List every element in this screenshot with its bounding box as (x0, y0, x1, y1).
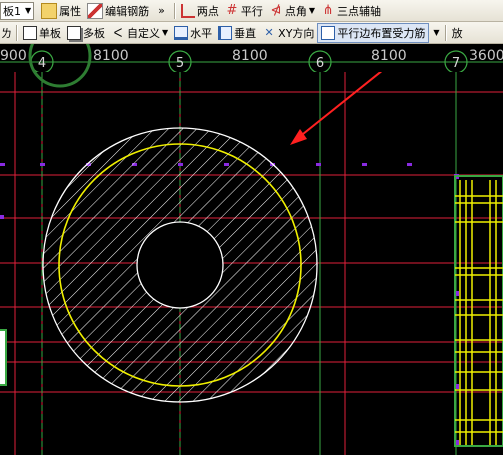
toolbar-separator (173, 2, 175, 19)
three-point-aux-button[interactable]: ⋔ 三点辅轴 (318, 1, 384, 21)
edit-rebar-label: 编辑钢筋 (105, 4, 150, 18)
chevron-down-icon: ▼ (25, 6, 32, 15)
point-angle-label: 点角 (284, 4, 307, 18)
single-slab-icon (23, 25, 37, 40)
chevron-down-icon: ▼ (308, 6, 316, 15)
horizontal-button[interactable]: 水平 (171, 23, 215, 43)
xy-direction-label: XY方向 (278, 26, 315, 40)
adjacent-slab-structure[interactable] (454, 175, 503, 447)
toolbar-overflow-button[interactable]: » (152, 1, 171, 21)
overflow-chevron-icon: » (158, 4, 165, 17)
horizontal-label: 水平 (190, 26, 213, 40)
left-slab-fragment[interactable] (0, 329, 7, 386)
properties-icon (41, 2, 58, 19)
custom-button[interactable]: ᐸ 自定义 ▼ (108, 23, 171, 43)
parallel-edge-label: 平行边布置受力筋 (337, 26, 426, 40)
toolbar-separator (444, 24, 446, 41)
point-angle-icon: ⋪ (270, 2, 282, 18)
xy-direction-button[interactable]: ✕ XY方向 (259, 23, 317, 43)
custom-label: 自定义 (127, 26, 160, 40)
edit-rebar-button[interactable]: 编辑钢筋 (84, 1, 152, 21)
multi-slab-label: 多板 (83, 26, 105, 40)
multi-slab-icon (67, 25, 81, 40)
circular-slab[interactable] (40, 125, 320, 405)
toolbar-main: 板1 ▼ 属性 编辑钢筋 » 两点 # 平行 ⋪ 点角 ▼ ⋔ 三点辅轴 (0, 0, 503, 22)
chevron-down-icon: ▼ (162, 28, 169, 37)
parallel-edge-icon (321, 25, 336, 40)
two-point-icon (180, 3, 195, 18)
custom-shape-icon: ᐸ (113, 25, 123, 40)
toolbar-left-edge: ㄌ (0, 23, 13, 43)
parallel-label: 平行 (240, 4, 263, 18)
multi-slab-button[interactable]: 多板 (64, 23, 108, 43)
vertical-button[interactable]: 垂直 (215, 23, 259, 43)
toolbar-slab-rebar: ㄌ 单板 多板 ᐸ 自定义 ▼ 水平 垂直 ✕ XY方向 平行边布置受力筋 ▼ … (0, 22, 503, 44)
three-point-aux-label: 三点辅轴 (337, 4, 382, 18)
parallel-edge-rebar-button[interactable]: 平行边布置受力筋 (317, 22, 430, 43)
two-point-axis-button[interactable]: 两点 (178, 1, 222, 21)
single-slab-button[interactable]: 单板 (20, 23, 64, 43)
parallel-axis-button[interactable]: # 平行 (222, 1, 266, 21)
single-slab-label: 单板 (39, 26, 61, 40)
toolbar2-dropdown[interactable]: ▼ (429, 23, 441, 43)
three-point-icon: ⋔ (322, 2, 334, 18)
vertical-label: 垂直 (234, 26, 257, 40)
pencil-icon (87, 2, 104, 19)
properties-label: 属性 (59, 4, 82, 18)
place-radial-button[interactable]: 放 (449, 23, 466, 43)
point-angle-button[interactable]: ⋪ 点角 ▼ (266, 1, 318, 21)
floor-selector-value: 板1 (3, 4, 21, 18)
parallel-icon: # (226, 2, 238, 18)
place-radial-label: 放 (451, 26, 463, 40)
toolbar-separator (16, 24, 17, 41)
properties-button[interactable]: 属性 (38, 1, 84, 21)
xy-direction-icon: ✕ (264, 25, 274, 39)
horizontal-icon (174, 25, 189, 40)
chevron-down-icon: ▼ (433, 28, 440, 37)
left-edge-fragment: ㄌ (1, 26, 12, 40)
floor-selector[interactable]: 板1 ▼ (0, 1, 35, 20)
two-point-label: 两点 (196, 4, 219, 18)
vertical-icon (218, 25, 233, 40)
